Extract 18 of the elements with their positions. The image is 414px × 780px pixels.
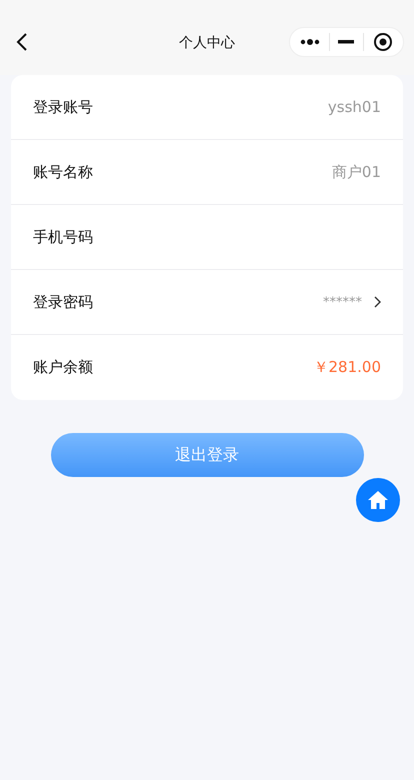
more-icon[interactable] <box>300 38 320 46</box>
chevron-right-icon[interactable] <box>374 296 381 308</box>
close-icon[interactable] <box>372 32 393 52</box>
field-label: 登录账号 <box>33 98 94 116</box>
field-label: 账户余额 <box>33 358 94 377</box>
field-value: ****** <box>323 294 362 310</box>
field-label: 手机号码 <box>33 228 94 246</box>
field-label: 登录密码 <box>33 292 94 312</box>
field-value: ￥281.00 <box>314 358 381 377</box>
logout-button[interactable]: 退出登录 <box>50 433 364 477</box>
minimize-icon[interactable] <box>338 40 354 44</box>
home-button[interactable] <box>356 478 400 522</box>
field-label: 账号名称 <box>33 162 94 182</box>
field-value: yssh01 <box>328 98 381 116</box>
back-icon[interactable] <box>16 32 28 52</box>
field-value: 商户01 <box>332 162 381 182</box>
home-icon <box>367 490 389 510</box>
page-title: 个人中心 <box>179 34 235 52</box>
